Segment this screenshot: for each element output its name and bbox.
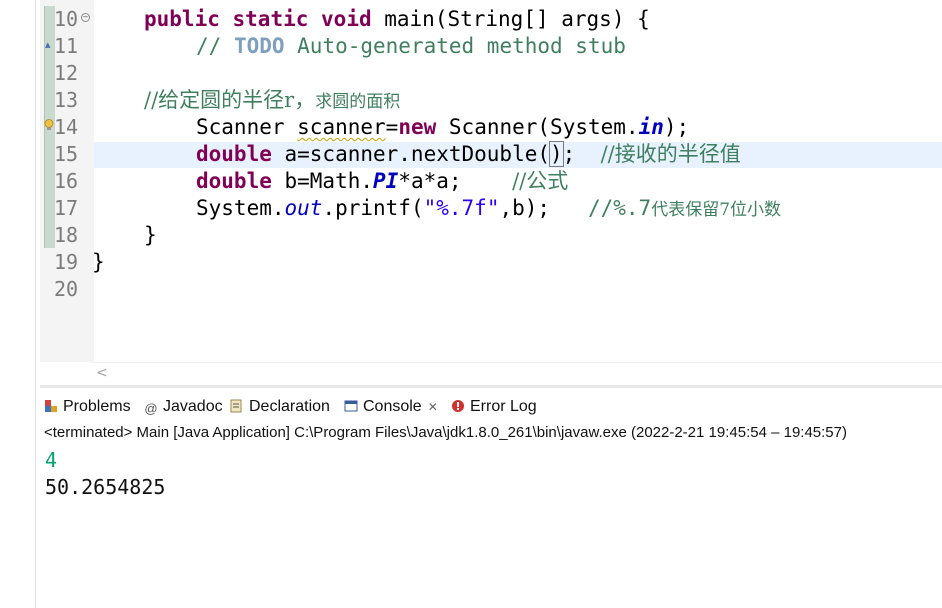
line-number: 17 (54, 196, 79, 220)
code-line-13[interactable]: //给定圆的半径r，求圆的面积 (144, 87, 400, 114)
code-line-19[interactable]: } (92, 249, 105, 276)
line-number-ruler: ▴ 10 − 11 12 13 14 15 16 17 18 19 20 (40, 0, 94, 362)
error-log-icon (452, 400, 464, 412)
tab-declaration[interactable]: Declaration (230, 392, 330, 422)
code-line-11[interactable]: // TODO Auto-generated method stub (196, 33, 626, 60)
tab-javadoc[interactable]: @ Javadoc (144, 392, 222, 422)
line-number: 19 (54, 250, 79, 274)
line-number: 18 (54, 223, 79, 247)
horizontal-scrollbar[interactable]: < (90, 362, 942, 383)
line-number: 14 (54, 115, 79, 139)
quick-fix-bulb-icon[interactable] (44, 119, 54, 131)
code-line-16[interactable]: double b=Math.PI*a*a; //公式 (196, 168, 568, 195)
tab-error-log[interactable]: Error Log (451, 392, 537, 422)
code-line-14[interactable]: Scanner scanner=new Scanner(System.in); (196, 114, 689, 141)
matching-bracket: ) (549, 141, 564, 167)
view-tab-bar: Problems @ Javadoc Declaration Console ✕ E… (40, 392, 942, 422)
console-output-line: 50.2654825 (45, 475, 166, 499)
left-panel-strip (0, 0, 40, 608)
code-line-17[interactable]: System.out.printf("%.7f",b); //%.7代表保留7位… (196, 195, 781, 222)
line-number: 13 (54, 88, 79, 112)
console-input-line: 4 (45, 448, 58, 472)
console-icon (344, 400, 358, 412)
line-number: 11 (54, 34, 79, 58)
scroll-left-arrow[interactable]: < (96, 363, 108, 383)
code-line-10[interactable]: public static void main(String[] args) { (144, 6, 650, 33)
unused-variable-warning: scanner (297, 115, 386, 139)
code-editor[interactable]: ▴ 10 − 11 12 13 14 15 16 17 18 19 20 pub… (40, 0, 942, 383)
minus-fold-icon[interactable]: − (81, 13, 90, 22)
code-line-15[interactable]: double a=scanner.nextDouble(); //接收的半径值 (196, 141, 741, 168)
panel-sash[interactable] (40, 385, 942, 388)
at-icon: @ (144, 401, 158, 416)
code-line-18[interactable]: } (144, 222, 157, 249)
console-output[interactable]: 4 50.2654825 (40, 444, 942, 608)
line-number: 12 (54, 61, 79, 85)
console-status-line: <terminated> Main [Java Application] C:\… (40, 422, 942, 445)
close-icon[interactable]: ✕ (428, 400, 438, 414)
line-number: 16 (54, 169, 79, 193)
declaration-icon (230, 399, 242, 413)
tab-console[interactable]: Console ✕ (344, 392, 438, 422)
line-number: 15 (54, 142, 79, 166)
code-text-area[interactable]: public static void main(String[] args) {… (92, 0, 942, 362)
tab-problems[interactable]: Problems (44, 392, 131, 422)
line-number: 20 (54, 277, 79, 301)
problems-icon (45, 400, 57, 412)
override-marker-icon[interactable]: ▴ (45, 38, 51, 51)
